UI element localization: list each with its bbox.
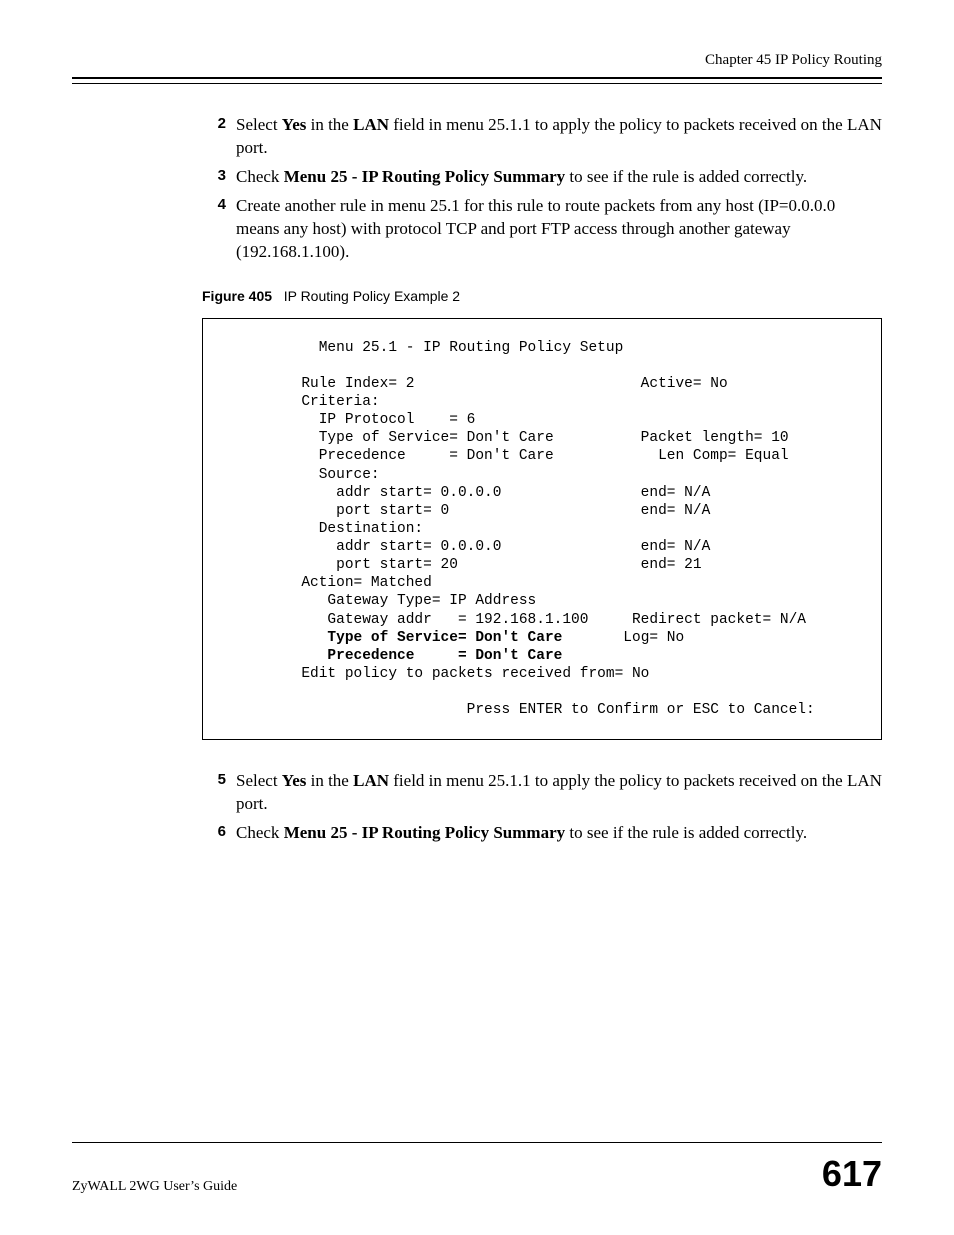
header-rule (72, 77, 882, 84)
step-number: 3 (202, 166, 226, 189)
step-body: Check Menu 25 - IP Routing Policy Summar… (236, 166, 882, 189)
step-item: 5 Select Yes in the LAN field in menu 25… (202, 770, 882, 816)
step-item: 2 Select Yes in the LAN field in menu 25… (202, 114, 882, 160)
footer-guide: ZyWALL 2WG User’s Guide (72, 1179, 237, 1195)
step-item: 6 Check Menu 25 - IP Routing Policy Summ… (202, 822, 882, 845)
step-list-1: 2 Select Yes in the LAN field in menu 25… (202, 114, 882, 264)
figure-caption: Figure 405 IP Routing Policy Example 2 (202, 288, 882, 304)
page: Chapter 45 IP Policy Routing 2 Select Ye… (0, 0, 954, 1235)
running-header: Chapter 45 IP Policy Routing (72, 52, 882, 69)
step-body: Select Yes in the LAN field in menu 25.1… (236, 770, 882, 816)
step-item: 3 Check Menu 25 - IP Routing Policy Summ… (202, 166, 882, 189)
footer: ZyWALL 2WG User’s Guide 617 (72, 1142, 882, 1195)
terminal-box: Menu 25.1 - IP Routing Policy Setup Rule… (202, 318, 882, 741)
step-body: Create another rule in menu 25.1 for thi… (236, 195, 882, 264)
step-number: 4 (202, 195, 226, 264)
page-number: 617 (822, 1153, 882, 1195)
figure-title: IP Routing Policy Example 2 (284, 288, 460, 304)
step-number: 5 (202, 770, 226, 816)
step-body: Check Menu 25 - IP Routing Policy Summar… (236, 822, 882, 845)
step-body: Select Yes in the LAN field in menu 25.1… (236, 114, 882, 160)
step-number: 6 (202, 822, 226, 845)
figure-label: Figure 405 (202, 288, 272, 304)
step-item: 4 Create another rule in menu 25.1 for t… (202, 195, 882, 264)
step-number: 2 (202, 114, 226, 160)
content-area: 2 Select Yes in the LAN field in menu 25… (72, 114, 882, 1142)
step-list-2: 5 Select Yes in the LAN field in menu 25… (202, 770, 882, 845)
